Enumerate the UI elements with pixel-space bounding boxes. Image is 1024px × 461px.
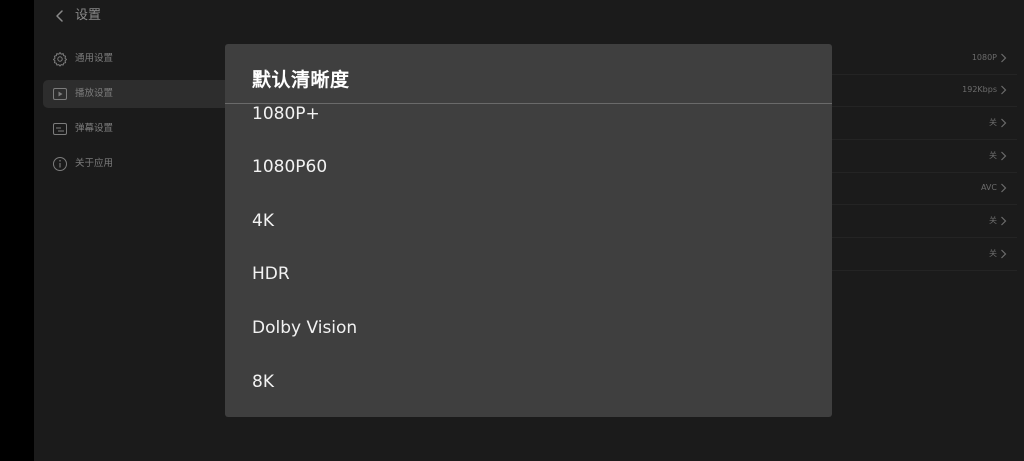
sidebar-item-general[interactable]: 通用设置 <box>43 45 243 73</box>
option-label: 1080P+ <box>252 104 320 124</box>
option-dolby-vision[interactable]: Dolby Vision <box>225 306 832 350</box>
option-label: HDR <box>252 264 290 284</box>
setting-value: AVC <box>980 183 997 192</box>
info-icon <box>53 157 67 171</box>
gear-icon <box>53 52 67 67</box>
sidebar-item-label: 弹幕设置 <box>75 123 114 134</box>
sidebar-item-about[interactable]: 关于应用 <box>43 150 243 178</box>
chevron-right-icon <box>1001 183 1007 193</box>
sidebar-item-label: 关于应用 <box>75 158 114 169</box>
option-1080p-plus[interactable]: 1080P+ <box>225 104 832 136</box>
chevron-right-icon <box>1001 151 1007 161</box>
dialog-title: 默认清晰度 <box>252 69 350 91</box>
sidebar-item-label: 播放设置 <box>75 88 114 99</box>
page-title: 设置 <box>75 8 102 23</box>
screen-bezel <box>0 0 34 461</box>
option-8k[interactable]: 8K <box>225 360 832 404</box>
resolution-dialog: 默认清晰度 1080P+ 1080P60 4K HDR Dolby Vision… <box>225 44 832 417</box>
chevron-right-icon <box>1001 53 1007 63</box>
subtitle-icon <box>53 123 67 135</box>
sidebar-item-playback[interactable]: 播放设置 <box>43 80 243 108</box>
option-label: 4K <box>252 211 274 231</box>
option-label: 8K <box>252 372 274 392</box>
back-arrow-icon[interactable] <box>52 8 68 24</box>
setting-value: 192Kbps <box>962 85 997 94</box>
sidebar-item-label: 通用设置 <box>75 53 114 64</box>
setting-value: 关 <box>989 249 997 258</box>
resolution-options-list[interactable]: 1080P+ 1080P60 4K HDR Dolby Vision 8K <box>225 104 832 417</box>
option-4k[interactable]: 4K <box>225 199 832 243</box>
app-root: { "header": { "title": "设置" }, "sidebar"… <box>0 0 1024 461</box>
chevron-right-icon <box>1001 249 1007 259</box>
play-icon <box>53 88 67 100</box>
setting-value: 关 <box>989 216 997 225</box>
option-hdr[interactable]: HDR <box>225 252 832 296</box>
setting-value: 关 <box>989 118 997 127</box>
chevron-right-icon <box>1001 85 1007 95</box>
setting-value: 关 <box>989 151 997 160</box>
setting-value: 1080P <box>971 53 997 62</box>
option-label: 1080P60 <box>252 157 328 177</box>
chevron-right-icon <box>1001 216 1007 226</box>
option-label: Dolby Vision <box>252 318 358 338</box>
sidebar-item-danmaku[interactable]: 弹幕设置 <box>43 115 243 143</box>
chevron-right-icon <box>1001 118 1007 128</box>
option-1080p60[interactable]: 1080P60 <box>225 145 832 189</box>
